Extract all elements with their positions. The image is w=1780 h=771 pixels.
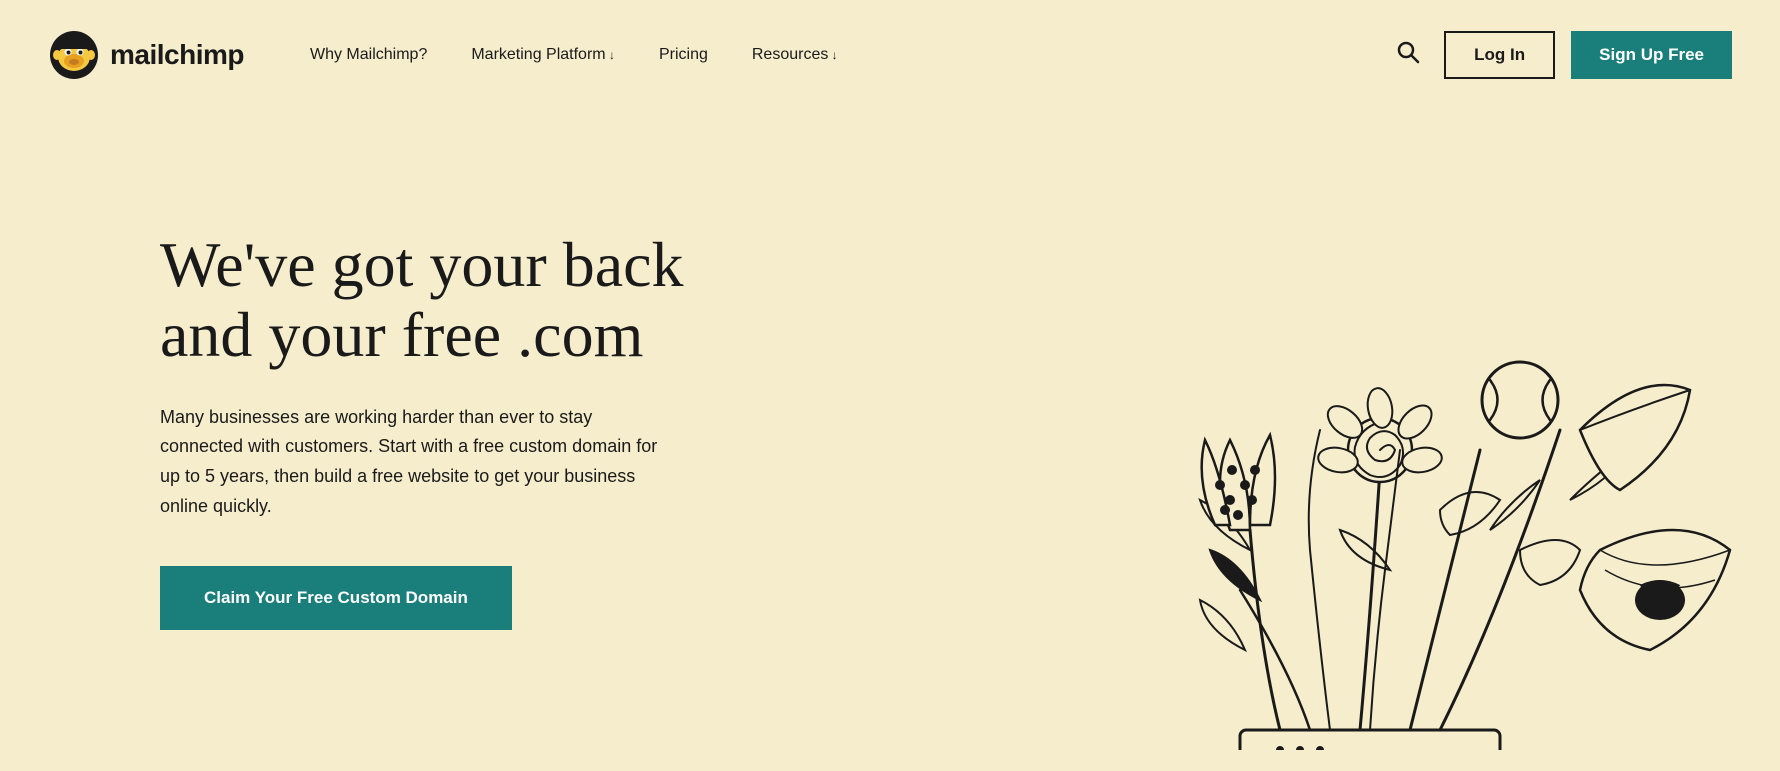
nav-links: Why Mailchimp? Marketing Platform Pricin… — [292, 36, 1388, 74]
signup-button[interactable]: Sign Up Free — [1571, 31, 1732, 79]
hero-description: Many businesses are working harder than … — [160, 403, 660, 522]
logo-text: mailchimp — [110, 39, 244, 71]
hero-content: We've got your back and your free .com M… — [160, 150, 700, 630]
flower-illustration-svg — [960, 170, 1780, 750]
nav-pricing[interactable]: Pricing — [641, 36, 726, 74]
search-icon — [1396, 40, 1420, 64]
nav-resources[interactable]: Resources — [734, 36, 856, 74]
nav-actions: Log In Sign Up Free — [1388, 31, 1732, 79]
hero-section: We've got your back and your free .com M… — [0, 110, 1780, 750]
login-button[interactable]: Log In — [1444, 31, 1555, 79]
navbar: mailchimp Why Mailchimp? Marketing Platf… — [0, 0, 1780, 110]
hero-title: We've got your back and your free .com — [160, 230, 700, 371]
cta-button[interactable]: Claim Your Free Custom Domain — [160, 566, 512, 630]
logo-area[interactable]: mailchimp — [48, 29, 244, 81]
nav-why-mailchimp[interactable]: Why Mailchimp? — [292, 36, 445, 74]
hero-illustration — [960, 170, 1780, 750]
mailchimp-logo-icon — [48, 29, 100, 81]
search-button[interactable] — [1388, 32, 1428, 78]
nav-marketing-platform[interactable]: Marketing Platform — [453, 36, 633, 74]
